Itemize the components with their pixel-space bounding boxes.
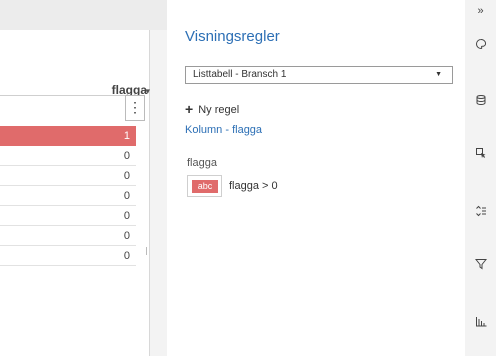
table-row[interactable]: 0	[0, 206, 136, 226]
object-dropdown[interactable]: Listtabell - Bransch 1 ▼	[185, 66, 453, 84]
rule-style-swatch[interactable]: abc	[187, 175, 222, 197]
table-row[interactable]: 0	[0, 166, 136, 186]
rule-style-chip: abc	[192, 180, 218, 193]
new-rule-button[interactable]: + Ny regel	[185, 101, 239, 117]
panel-title: Visningsregler	[185, 28, 280, 45]
chart-icon[interactable]	[465, 314, 496, 334]
column-rule-link[interactable]: Kolumn - flagga	[185, 124, 262, 136]
pointer-icon[interactable]	[465, 146, 496, 166]
data-icon[interactable]	[465, 93, 496, 113]
rule-condition[interactable]: flagga > 0	[229, 180, 278, 192]
table-row[interactable]: 0	[0, 246, 136, 266]
right-toolbar: »	[465, 0, 496, 356]
new-rule-label: Ny regel	[198, 104, 240, 116]
palette-icon[interactable]	[465, 37, 496, 57]
panel-header-bar	[0, 0, 167, 30]
display-rules-panel: Visningsregler Listtabell - Bransch 1 ▼ …	[167, 0, 465, 356]
sort-icon[interactable]	[465, 204, 496, 224]
collapse-icon[interactable]: »	[465, 1, 496, 21]
dropdown-value: Listtabell - Bransch 1	[193, 69, 287, 80]
list-table-panel: flagga ▾ ⋮ 1 0 0 0 0 0 0	[0, 0, 167, 356]
table-row[interactable]: 1	[0, 126, 136, 146]
filter-icon[interactable]	[465, 257, 496, 277]
rule-field-label: flagga	[187, 157, 217, 169]
table-row[interactable]: 0	[0, 226, 136, 246]
table-row[interactable]: 0	[0, 186, 136, 206]
plus-icon: +	[185, 101, 194, 117]
column-menu-button[interactable]: ⋮	[125, 95, 145, 121]
table-row[interactable]: 0	[0, 146, 136, 166]
resize-handle[interactable]	[146, 247, 151, 255]
sort-caret-icon[interactable]: ▾	[145, 86, 150, 97]
chevron-down-icon: ▼	[435, 71, 442, 78]
